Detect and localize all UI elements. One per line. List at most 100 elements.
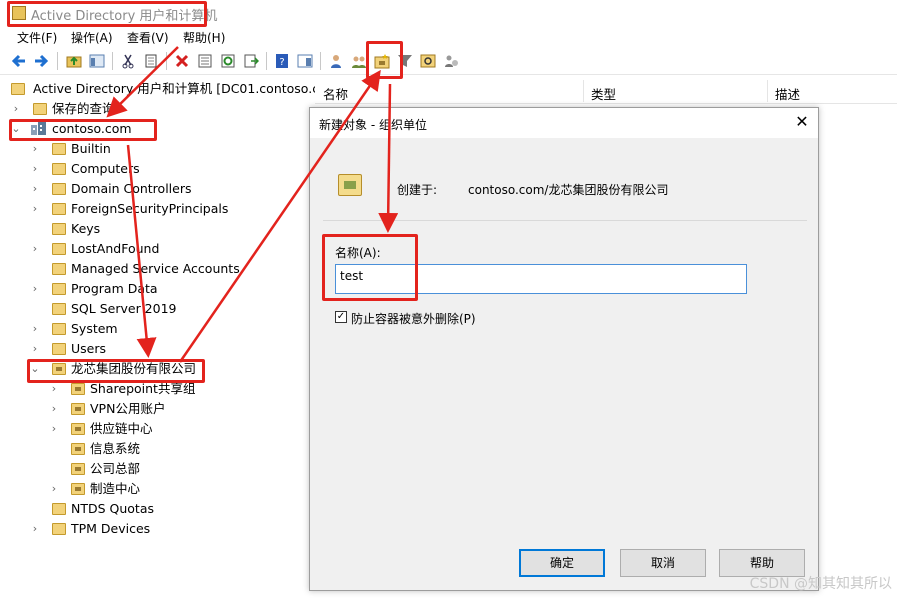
folder-icon (52, 283, 66, 295)
delete-icon[interactable] (174, 53, 190, 69)
domain-icon (31, 122, 46, 135)
tree-item-label: Builtin (71, 141, 111, 156)
folder-icon (52, 183, 66, 195)
divider (323, 220, 807, 221)
ok-button[interactable]: 确定 (519, 549, 605, 577)
show-hide-tree-icon[interactable] (89, 53, 105, 69)
column-divider[interactable] (583, 80, 584, 102)
chevron-right-icon[interactable]: › (30, 199, 40, 219)
help-icon[interactable]: ? (274, 53, 290, 69)
dialog-title-bar: 新建对象 - 组织单位 ✕ (310, 108, 818, 138)
copy-icon[interactable] (143, 53, 159, 69)
menu-file[interactable]: 文件(F) (17, 29, 57, 46)
menu-view[interactable]: 查看(V) (127, 29, 169, 46)
created-in-value: contoso.com/龙芯集团股份有限公司 (468, 183, 669, 197)
tree-item-label: SQL Server 2019 (71, 301, 177, 316)
chevron-right-icon[interactable]: › (49, 379, 59, 399)
tree-item-label: 供应链中心 (90, 421, 153, 436)
app-icon (12, 6, 26, 20)
folder-icon (52, 523, 66, 535)
refresh-icon[interactable] (220, 53, 236, 69)
tree-item-label: 信息系统 (90, 441, 141, 456)
export-icon[interactable] (243, 53, 259, 69)
find-icon[interactable] (420, 53, 436, 69)
folder-icon (52, 243, 66, 255)
list-header: 名称 类型 描述 (315, 78, 897, 104)
folder-icon (52, 143, 66, 155)
ou-icon (71, 443, 85, 455)
back-icon[interactable] (11, 53, 27, 69)
tree-item-label: 制造中心 (90, 481, 141, 496)
folder-icon (52, 323, 66, 335)
ad-snapin-icon (11, 83, 25, 95)
properties-icon[interactable] (197, 53, 213, 69)
column-name[interactable]: 名称 (323, 84, 348, 103)
created-in-label: 创建于: (397, 183, 438, 197)
forward-icon[interactable] (33, 53, 49, 69)
toolbar-separator (320, 52, 321, 70)
chevron-right-icon[interactable]: › (30, 159, 40, 179)
tree-item-label: Sharepoint共享组 (90, 381, 196, 396)
chevron-right-icon[interactable]: › (30, 519, 40, 539)
ou-icon (71, 423, 85, 435)
menu-bar: 文件(F) 操作(A) 查看(V) 帮助(H) (0, 27, 897, 47)
folder-icon (52, 303, 66, 315)
folder-icon (52, 503, 66, 515)
svg-text:?: ? (279, 57, 284, 68)
toolbar-separator (112, 52, 113, 70)
chevron-right-icon[interactable]: › (30, 319, 40, 339)
menu-action[interactable]: 操作(A) (71, 29, 113, 46)
cancel-button[interactable]: 取消 (620, 549, 706, 577)
ou-icon (338, 174, 362, 196)
close-icon[interactable]: ✕ (794, 113, 810, 131)
add-to-group-icon[interactable] (443, 53, 459, 69)
chevron-right-icon[interactable]: › (30, 139, 40, 159)
chevron-right-icon[interactable]: › (11, 99, 21, 119)
dialog-title: 新建对象 - 组织单位 (319, 118, 427, 132)
folder-icon (33, 103, 47, 115)
new-user-icon[interactable] (328, 53, 344, 69)
chevron-right-icon[interactable]: › (49, 479, 59, 499)
folder-icon (52, 263, 66, 275)
new-ou-icon[interactable] (374, 53, 390, 69)
console-icon[interactable] (297, 53, 313, 69)
chevron-right-icon[interactable]: › (49, 419, 59, 439)
tree-item-label: Managed Service Accounts (71, 261, 240, 276)
console-tree: Active Directory 用户和计算机 [DC01.contoso.co… (7, 78, 344, 598)
tree-item-label: Users (71, 341, 107, 356)
window-title: Active Directory 用户和计算机 (31, 9, 218, 24)
ou-icon (71, 383, 85, 395)
watermark: CSDN @知其知其所以 (749, 576, 892, 592)
tree-item-label: 保存的查询 (52, 101, 115, 116)
tree-item-label: LostAndFound (71, 241, 160, 256)
column-type[interactable]: 类型 (591, 84, 616, 103)
column-divider[interactable] (767, 80, 768, 102)
tree-item-label: TPM Devices (71, 521, 151, 536)
folder-icon (52, 223, 66, 235)
column-description[interactable]: 描述 (775, 84, 800, 103)
tree-item-label: Computers (71, 161, 140, 176)
chevron-right-icon[interactable]: › (30, 279, 40, 299)
ou-icon (71, 463, 85, 475)
tree-item-label: 公司总部 (90, 461, 141, 476)
folder-icon (52, 343, 66, 355)
protect-label: 防止容器被意外删除(P) (351, 312, 476, 326)
chevron-right-icon[interactable]: › (49, 399, 59, 419)
tree-item-label: NTDS Quotas (71, 501, 155, 516)
chevron-down-icon[interactable]: ⌄ (30, 359, 40, 379)
menu-help[interactable]: 帮助(H) (183, 29, 225, 46)
name-label: 名称(A): (335, 246, 381, 260)
chevron-right-icon[interactable]: › (30, 239, 40, 259)
new-group-icon[interactable] (351, 53, 367, 69)
chevron-down-icon[interactable]: ⌄ (11, 119, 21, 139)
chevron-right-icon[interactable]: › (30, 179, 40, 199)
cut-icon[interactable] (120, 53, 136, 69)
up-folder-icon[interactable] (66, 53, 82, 69)
toolbar-separator (166, 52, 167, 70)
tree-item-label: ForeignSecurityPrincipals (71, 201, 229, 216)
chevron-right-icon[interactable]: › (30, 339, 40, 359)
filter-icon[interactable] (397, 53, 413, 69)
title-bar: Active Directory 用户和计算机 (0, 0, 897, 27)
protect-checkbox[interactable]: ✓ (335, 311, 347, 323)
name-input[interactable]: test (335, 264, 747, 294)
